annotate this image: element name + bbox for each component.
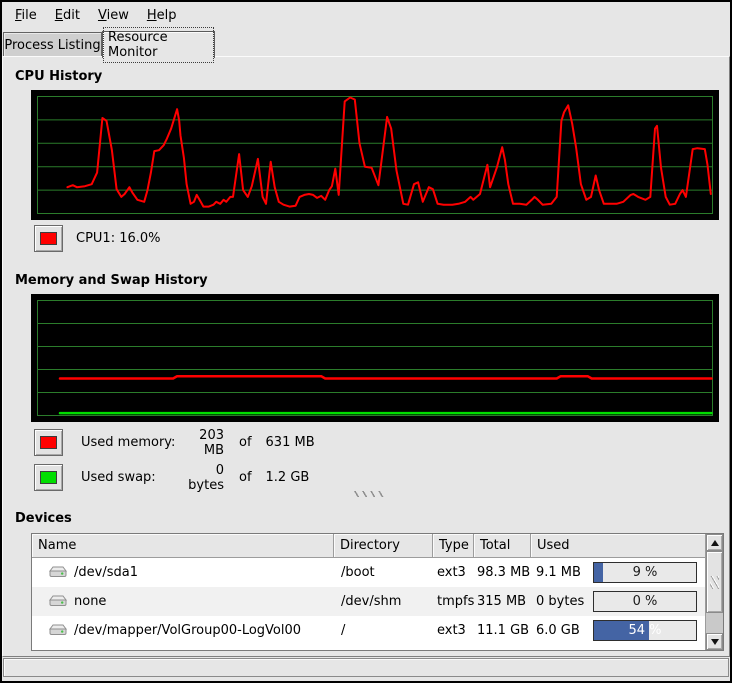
used-swap-of: of: [239, 470, 252, 485]
resource-monitor-panel: CPU History CPU1: 16.0% Memory and Swap …: [2, 56, 730, 657]
memory-swap-graph: [31, 294, 719, 422]
table-row[interactable]: /dev/sda1 /boot ext3 98.3 MB 9.1 MB 9 %: [32, 558, 705, 587]
cpu-history-graph: [31, 90, 719, 220]
tab-resource-monitor[interactable]: Resource Monitor: [102, 31, 215, 58]
device-type: ext3: [433, 565, 474, 580]
app-window: File Edit View Help Process Listing Reso…: [0, 0, 732, 683]
scroll-up-button[interactable]: [706, 534, 723, 551]
device-directory: /boot: [334, 565, 433, 580]
menu-file[interactable]: File: [6, 4, 46, 27]
menu-view[interactable]: View: [89, 4, 138, 27]
used-swap-color-chip: [40, 471, 57, 484]
memory-history-title: Memory and Swap History: [15, 273, 208, 288]
device-name: none: [74, 594, 106, 609]
column-header-used[interactable]: Used: [531, 534, 705, 558]
menu-help[interactable]: Help: [138, 4, 186, 27]
drive-icon: [49, 624, 67, 637]
scrollbar-track[interactable]: [706, 613, 723, 633]
table-row[interactable]: none /dev/shm tmpfs 315 MB 0 bytes 0 %: [32, 587, 705, 616]
used-swap-color-swatch-button[interactable]: [34, 464, 63, 491]
tab-label: Process Listing: [4, 38, 100, 53]
usage-progress-bar: 9 %: [593, 562, 697, 583]
devices-title: Devices: [15, 511, 72, 526]
thumb-grip-icon: [710, 576, 719, 589]
pane-resize-grip[interactable]: [354, 491, 384, 497]
swap-total-value: 1.2 GB: [266, 470, 310, 485]
device-total: 315 MB: [474, 594, 531, 609]
tab-process-listing[interactable]: Process Listing: [3, 32, 102, 57]
used-swap-legend: Used swap: 0 bytes of 1.2 GB: [81, 464, 309, 491]
device-name: /dev/mapper/VolGroup00-LogVol00: [74, 623, 301, 638]
cpu1-legend-label: CPU1: 16.0%: [76, 225, 161, 252]
arrow-down-icon: [711, 639, 719, 645]
device-total: 11.1 GB: [474, 623, 531, 638]
device-used: 6.0 GB: [536, 623, 580, 638]
memory-total-value: 631 MB: [266, 435, 315, 450]
device-used: 0 bytes: [536, 594, 584, 609]
scroll-down-button[interactable]: [706, 633, 723, 650]
progress-label: 9 %: [594, 563, 696, 582]
cpu1-color-chip: [40, 232, 57, 245]
table-row[interactable]: /dev/mapper/VolGroup00-LogVol00 / ext3 1…: [32, 616, 705, 645]
scrollbar-thumb[interactable]: [706, 551, 723, 613]
progress-label: 0 %: [594, 592, 696, 611]
drive-icon: [49, 595, 67, 608]
tab-bar: Process Listing Resource Monitor: [2, 29, 730, 57]
device-directory: /: [334, 623, 433, 638]
column-header-name[interactable]: Name: [32, 534, 334, 558]
cpu-history-title: CPU History: [15, 69, 102, 84]
used-swap-value: 0 bytes: [178, 463, 224, 493]
device-used: 9.1 MB: [536, 565, 581, 580]
vertical-scrollbar[interactable]: [705, 534, 723, 650]
device-directory: /dev/shm: [334, 594, 433, 609]
menu-edit[interactable]: Edit: [46, 4, 89, 27]
drive-icon: [49, 566, 67, 579]
devices-table: Name Directory Type Total Used /dev/sda1…: [31, 533, 724, 651]
used-memory-label: Used memory:: [81, 435, 178, 450]
cpu1-color-swatch-button[interactable]: [34, 225, 63, 252]
status-bar: [3, 658, 729, 677]
used-swap-label: Used swap:: [81, 470, 178, 485]
used-memory-value: 203 MB: [178, 428, 224, 458]
used-memory-color-swatch-button[interactable]: [34, 429, 63, 456]
used-memory-of: of: [239, 435, 252, 450]
column-header-directory[interactable]: Directory: [334, 534, 433, 558]
column-header-total[interactable]: Total: [474, 534, 531, 558]
device-total: 98.3 MB: [474, 565, 531, 580]
device-name: /dev/sda1: [74, 565, 138, 580]
used-memory-color-chip: [40, 436, 57, 449]
arrow-up-icon: [711, 540, 719, 546]
devices-table-header: Name Directory Type Total Used: [32, 534, 705, 558]
usage-progress-bar: 0 %: [593, 591, 697, 612]
usage-progress-bar: 54 %: [593, 620, 697, 641]
column-header-type[interactable]: Type: [433, 534, 474, 558]
used-memory-legend: Used memory: 203 MB of 631 MB: [81, 429, 315, 456]
device-type: ext3: [433, 623, 474, 638]
progress-label: 54 %: [594, 621, 696, 640]
device-type: tmpfs: [433, 594, 474, 609]
tab-label: Resource Monitor: [103, 27, 214, 63]
menu-bar: File Edit View Help: [2, 2, 730, 29]
